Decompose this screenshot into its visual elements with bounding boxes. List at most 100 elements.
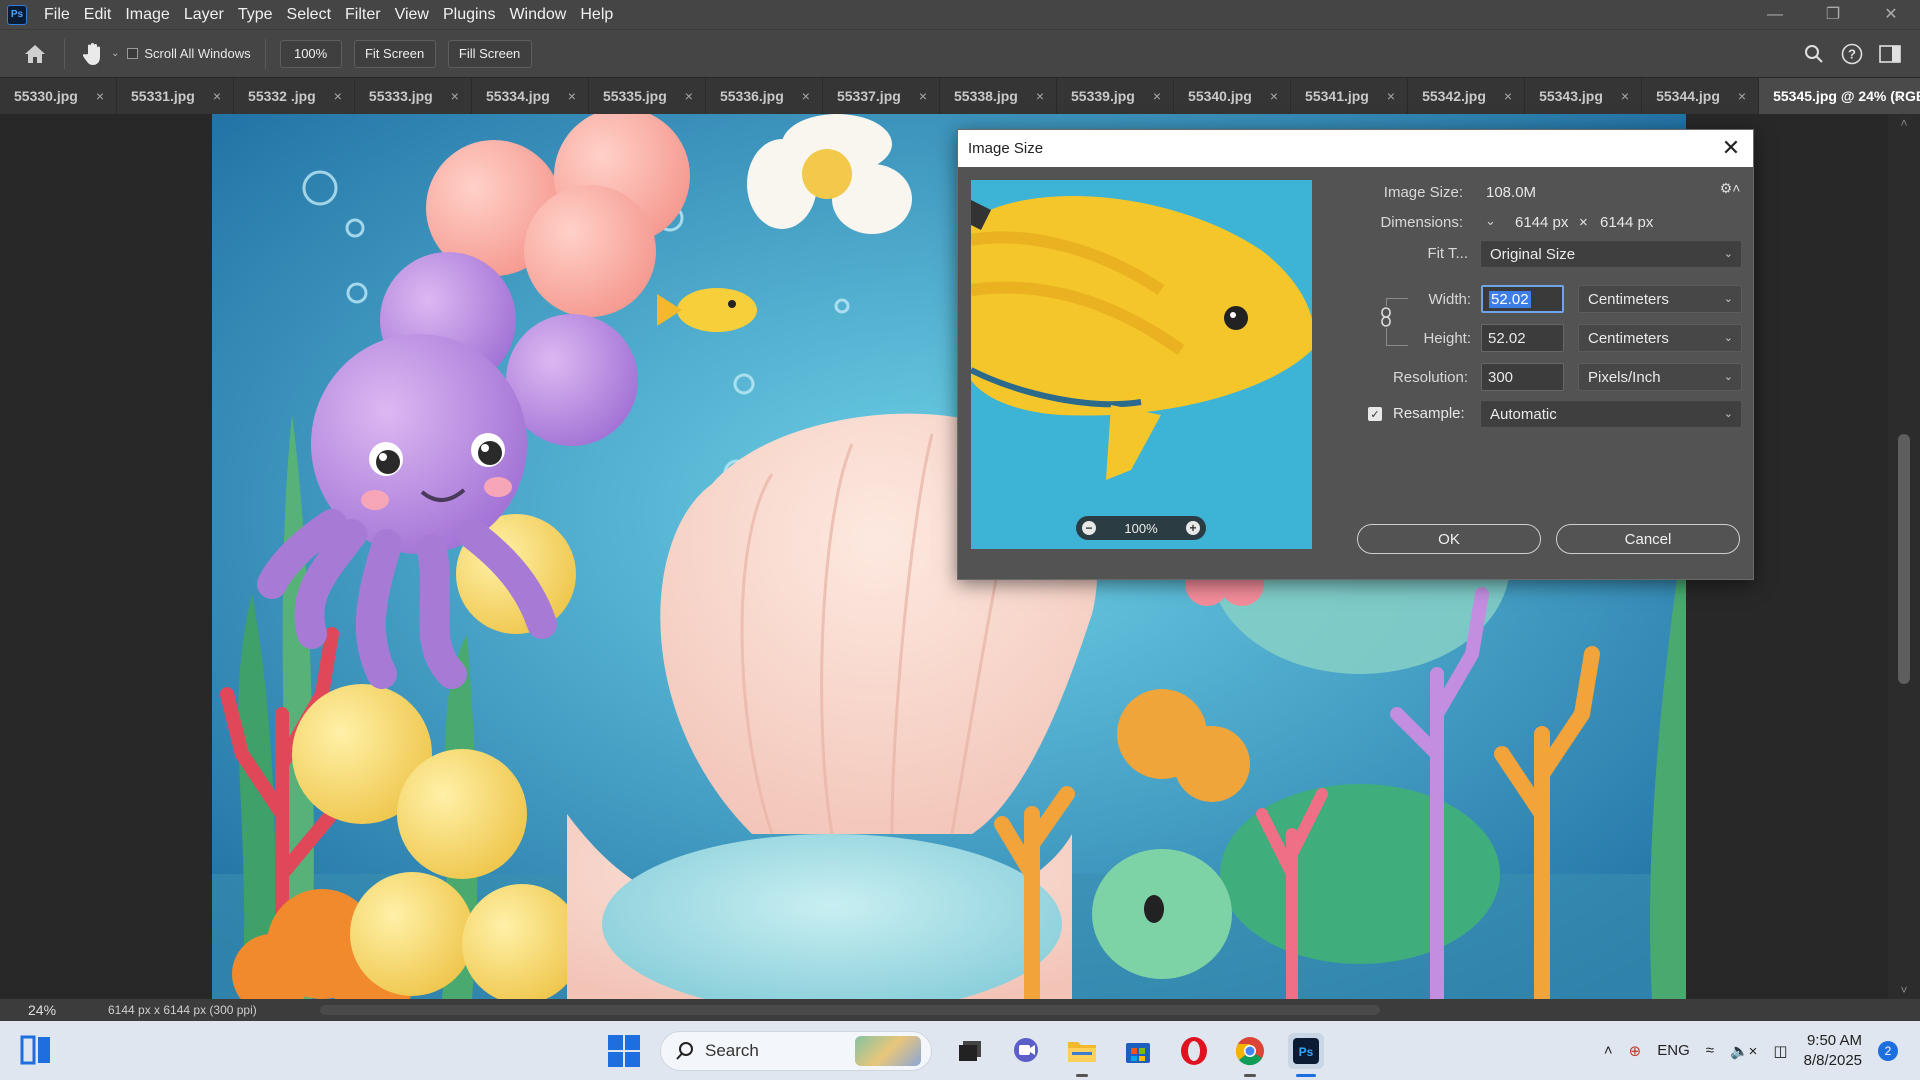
tab-close-icon[interactable]: × [802, 88, 810, 104]
photoshop-taskbar-icon[interactable]: Ps [1288, 1032, 1324, 1077]
zoom-in-icon[interactable]: + [1186, 521, 1200, 535]
width-unit-dropdown[interactable]: Centimeters ⌄ [1578, 285, 1742, 313]
menu-view[interactable]: View [388, 0, 436, 29]
teams-meet-icon[interactable] [1008, 1033, 1044, 1069]
microsoft-store-icon[interactable] [1120, 1033, 1156, 1069]
chevron-down-icon[interactable]: ⌄ [111, 48, 119, 59]
tab-close-icon[interactable]: × [213, 88, 221, 104]
opera-browser-icon[interactable] [1176, 1033, 1212, 1069]
scroll-all-windows-checkbox[interactable]: Scroll All Windows [127, 46, 251, 61]
volume-muted-icon[interactable]: 🔈× [1730, 1042, 1757, 1060]
tab-document[interactable]: 55340.jpg × [1174, 78, 1292, 114]
wifi-icon[interactable]: ≈ [1706, 1042, 1714, 1059]
close-icon[interactable]: ✕ [1719, 135, 1743, 160]
clock[interactable]: 9:50 AM 8/8/2025 [1804, 1031, 1862, 1071]
resolution-unit-dropdown[interactable]: Pixels/Inch ⌄ [1578, 363, 1742, 391]
tab-close-icon[interactable]: × [334, 88, 342, 104]
zoom-level[interactable]: 24% [0, 1002, 80, 1018]
tab-close-icon[interactable]: × [568, 88, 576, 104]
gear-icon[interactable]: ⚙˄ [1720, 178, 1741, 198]
ok-button[interactable]: OK [1357, 524, 1541, 554]
dialog-titlebar[interactable]: Image Size ✕ [958, 130, 1753, 167]
tab-close-icon[interactable]: × [1153, 88, 1161, 104]
tab-document[interactable]: 55335.jpg × [589, 78, 706, 114]
menu-plugins[interactable]: Plugins [436, 0, 502, 29]
home-icon[interactable] [20, 40, 50, 68]
tab-document[interactable]: 55339.jpg × [1057, 78, 1175, 114]
battery-icon[interactable]: ◫ [1773, 1042, 1787, 1060]
scroll-down-icon[interactable]: ˅ [1888, 983, 1920, 997]
resolution-input[interactable]: 300 [1481, 363, 1564, 391]
chevron-down-icon[interactable]: ⌄ [1485, 213, 1496, 229]
horizontal-scrollbar[interactable] [320, 1005, 1380, 1015]
tab-close-icon[interactable]: × [96, 88, 104, 104]
notification-badge[interactable]: 2 [1878, 1040, 1898, 1061]
chrome-browser-icon[interactable] [1232, 1033, 1268, 1077]
photoshop-logo-icon[interactable]: Ps [7, 4, 27, 25]
scrollbar-thumb[interactable] [1898, 434, 1910, 684]
checkbox-box[interactable] [127, 48, 139, 59]
width-input[interactable]: 52.02 [1481, 285, 1564, 313]
link-icon[interactable] [1379, 306, 1393, 328]
fit-screen-button[interactable]: Fit Screen [353, 39, 436, 68]
tab-document[interactable]: 55334.jpg × [472, 78, 589, 114]
tab-document[interactable]: 55337.jpg × [823, 78, 940, 114]
file-explorer-icon[interactable] [1064, 1033, 1100, 1077]
tab-document[interactable]: 55342.jpg × [1408, 78, 1526, 114]
scroll-up-icon[interactable]: ˄ [1888, 116, 1920, 130]
start-icon[interactable] [608, 1034, 640, 1067]
height-input[interactable]: 52.02 [1481, 324, 1564, 352]
zoom-100-button[interactable]: 100% [279, 39, 342, 68]
widgets-icon[interactable] [20, 1035, 52, 1065]
tab-document[interactable]: 55331.jpg × [117, 78, 235, 114]
help-icon[interactable]: ? [1840, 42, 1864, 66]
tab-document[interactable]: 55338.jpg × [940, 78, 1058, 114]
menu-file[interactable]: File [37, 0, 77, 29]
tab-close-icon[interactable]: × [451, 88, 459, 104]
restore-icon[interactable]: ❐ [1804, 0, 1862, 29]
tab-document[interactable]: 55330.jpg × [0, 78, 118, 114]
tab-close-icon[interactable]: × [1036, 88, 1044, 104]
chevron-up-icon[interactable]: ˄ [1604, 1042, 1613, 1059]
tab-document[interactable]: 55333.jpg × [355, 78, 472, 114]
language-indicator[interactable]: ENG [1657, 1042, 1690, 1059]
tab-close-icon[interactable]: × [1738, 88, 1746, 104]
search-box[interactable]: Search [660, 1030, 932, 1071]
menu-help[interactable]: Help [573, 0, 620, 29]
menu-edit[interactable]: Edit [77, 0, 119, 29]
tabs-overflow-icon[interactable]: » [1894, 78, 1902, 114]
menu-filter[interactable]: Filter [338, 0, 388, 29]
task-view-icon[interactable] [952, 1033, 988, 1069]
tab-close-icon[interactable]: × [1621, 88, 1629, 104]
tab-document[interactable]: 55344.jpg × [1642, 78, 1760, 114]
minimize-icon[interactable]: — [1746, 0, 1804, 29]
menu-select[interactable]: Select [280, 0, 338, 29]
tab-close-icon[interactable]: × [685, 88, 693, 104]
hand-tool-icon[interactable] [79, 40, 107, 68]
tab-document[interactable]: 55341.jpg × [1291, 78, 1409, 114]
tab-close-icon[interactable]: × [919, 88, 927, 104]
vertical-scrollbar[interactable]: ˄ ˅ [1888, 114, 1920, 999]
height-unit-dropdown[interactable]: Centimeters ⌄ [1578, 324, 1742, 352]
search-icon[interactable] [1802, 42, 1826, 66]
tab-close-icon[interactable]: × [1270, 88, 1278, 104]
resample-checkbox[interactable]: ✓ [1368, 407, 1382, 421]
resample-dropdown[interactable]: Automatic ⌄ [1480, 400, 1742, 428]
tab-document[interactable]: 55336.jpg × [706, 78, 823, 114]
image-preview[interactable]: − 100% + [971, 180, 1312, 549]
tab-document[interactable]: 55332 .jpg × [234, 78, 355, 114]
fit-to-dropdown[interactable]: Original Size ⌄ [1480, 240, 1742, 268]
fill-screen-button[interactable]: Fill Screen [447, 39, 532, 68]
workspace-panel-icon[interactable] [1878, 42, 1902, 66]
zoom-out-icon[interactable]: − [1082, 521, 1096, 535]
tab-close-icon[interactable]: × [1387, 88, 1395, 104]
cancel-button[interactable]: Cancel [1556, 524, 1740, 554]
tab-close-icon[interactable]: × [1504, 88, 1512, 104]
menu-image[interactable]: Image [118, 0, 176, 29]
menu-layer[interactable]: Layer [177, 0, 231, 29]
tab-document[interactable]: 55343.jpg × [1525, 78, 1643, 114]
close-window-icon[interactable]: ✕ [1862, 0, 1920, 29]
menu-type[interactable]: Type [231, 0, 280, 29]
menu-window[interactable]: Window [502, 0, 573, 29]
vpn-icon[interactable]: ⊕ [1629, 1042, 1642, 1060]
